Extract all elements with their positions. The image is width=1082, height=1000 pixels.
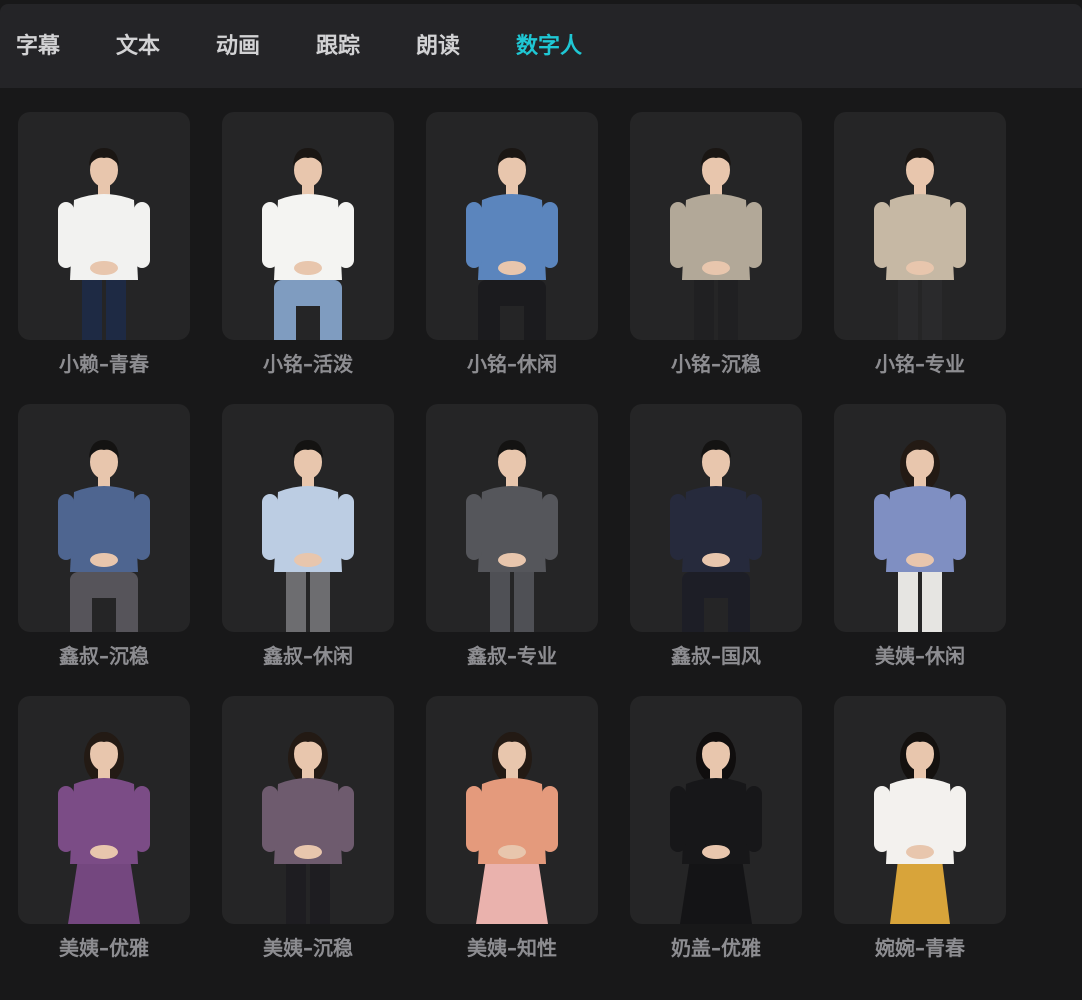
avatar-thumbnail [18,112,190,340]
avatar-thumbnail [222,696,394,924]
avatar-name: 小铭–活泼 [263,352,353,376]
avatar-name: 鑫叔–国风 [671,644,761,668]
avatar-name: 美姨–优雅 [59,936,149,960]
avatar-figure [262,732,354,924]
avatar-thumbnail [630,696,802,924]
avatar-name: 鑫叔–沉稳 [59,644,149,668]
tab-animation[interactable]: 动画 [216,32,260,62]
avatar-thumbnail [18,696,190,924]
avatar-figure [670,440,762,632]
avatar-figure [262,148,354,340]
avatar-figure [262,440,354,632]
avatar-card[interactable]: 鑫叔–休闲 [222,404,394,674]
avatar-name: 鑫叔–专业 [467,644,557,668]
avatar-card[interactable]: 美姨–优雅 [18,696,190,966]
avatar-figure [874,732,966,924]
tab-digital-human[interactable]: 数字人 [516,32,582,62]
avatar-figure [58,440,150,632]
avatar-card[interactable]: 美姨–沉稳 [222,696,394,966]
avatar-thumbnail [834,696,1006,924]
avatar-card[interactable]: 美姨–休闲 [834,404,1006,674]
avatar-figure [58,732,150,924]
avatar-card[interactable]: 婉婉–青春 [834,696,1006,966]
avatar-card[interactable]: 奶盖–优雅 [630,696,802,966]
avatar-figure [670,732,762,924]
avatar-card[interactable]: 小铭–活泼 [222,112,394,382]
avatar-thumbnail [426,404,598,632]
avatar-card[interactable]: 小铭–沉稳 [630,112,802,382]
avatar-thumbnail [834,404,1006,632]
tab-read-aloud[interactable]: 朗读 [416,32,460,62]
avatar-card[interactable]: 美姨–知性 [426,696,598,966]
avatar-figure [466,148,558,340]
avatar-name: 小铭–沉稳 [671,352,761,376]
avatar-card[interactable]: 鑫叔–专业 [426,404,598,674]
avatar-card[interactable]: 小铭–休闲 [426,112,598,382]
avatar-name: 小赖–青春 [59,352,149,376]
avatar-figure [670,148,762,340]
tab-bar: 字幕 文本 动画 跟踪 朗读 数字人 [0,4,1082,88]
avatar-name: 小铭–专业 [875,352,965,376]
avatar-figure [466,440,558,632]
avatar-name: 美姨–沉稳 [263,936,353,960]
avatar-name: 美姨–休闲 [875,644,965,668]
avatar-card[interactable]: 鑫叔–沉稳 [18,404,190,674]
avatar-thumbnail [426,696,598,924]
avatar-thumbnail [630,112,802,340]
tab-text[interactable]: 文本 [116,32,160,62]
avatar-figure [874,148,966,340]
avatar-name: 婉婉–青春 [875,936,965,960]
avatar-card[interactable]: 小赖–青春 [18,112,190,382]
avatar-thumbnail [18,404,190,632]
avatar-name: 小铭–休闲 [467,352,557,376]
avatar-name: 奶盖–优雅 [671,936,761,960]
avatar-name: 美姨–知性 [467,936,557,960]
avatar-thumbnail [834,112,1006,340]
tab-subtitles[interactable]: 字幕 [16,32,60,62]
avatar-name: 鑫叔–休闲 [263,644,353,668]
avatar-thumbnail [426,112,598,340]
avatar-thumbnail [222,404,394,632]
avatar-thumbnail [222,112,394,340]
avatar-figure [874,440,966,632]
avatar-figure [58,148,150,340]
avatar-card[interactable]: 鑫叔–国风 [630,404,802,674]
avatar-card[interactable]: 小铭–专业 [834,112,1006,382]
avatar-thumbnail [630,404,802,632]
avatar-figure [466,732,558,924]
tab-tracking[interactable]: 跟踪 [316,32,360,62]
